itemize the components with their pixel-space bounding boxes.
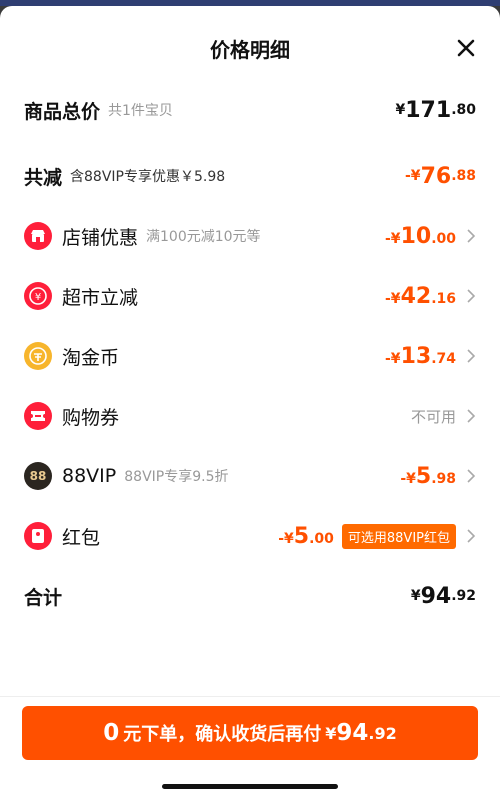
vip-88-icon: 88 bbox=[24, 462, 52, 490]
row-shop-discount[interactable]: 店铺优惠 满100元减10元等 -¥10.00 bbox=[24, 216, 476, 256]
svg-text:¥: ¥ bbox=[35, 292, 41, 303]
row-red-packet[interactable]: 红包 -¥5.00 可选用88VIP红包 bbox=[24, 516, 476, 556]
sum-amount: ¥94.92 bbox=[410, 583, 476, 609]
row-total-reduction: 共减 含88VIP专享优惠￥5.98 -¥ 76.88 bbox=[24, 156, 476, 196]
chevron-right-icon[interactable] bbox=[466, 469, 476, 483]
row-subtext: 含88VIP专享优惠￥5.98 bbox=[70, 169, 226, 185]
market-discount-amount: -¥42.16 bbox=[385, 283, 456, 309]
shop-discount-amount: -¥10.00 bbox=[385, 223, 456, 249]
footer-divider bbox=[0, 696, 500, 697]
row-subtext: 88VIP专享9.5折 bbox=[124, 469, 229, 485]
chevron-right-icon[interactable] bbox=[466, 229, 476, 243]
chevron-right-icon[interactable] bbox=[466, 529, 476, 543]
row-goods-total: 商品总价 共1件宝贝 ¥171.80 bbox=[24, 90, 476, 130]
row-label: 购物券 bbox=[62, 406, 120, 429]
sheet-header: 价格明细 bbox=[0, 28, 500, 68]
voucher-status: 不可用 bbox=[410, 407, 456, 426]
chevron-right-icon[interactable] bbox=[466, 409, 476, 423]
place-order-button[interactable]: 0 元下单，确认收货后再付 ¥94.92 bbox=[22, 706, 478, 760]
row-label: 合计 bbox=[24, 586, 63, 609]
close-icon[interactable] bbox=[454, 36, 478, 60]
row-label: 88VIP bbox=[62, 465, 117, 487]
row-subtext: 满100元减10元等 bbox=[146, 229, 261, 245]
chevron-right-icon[interactable] bbox=[466, 289, 476, 303]
row-taojinbi[interactable]: 淘金币 -¥13.74 bbox=[24, 336, 476, 376]
row-label: 超市立减 bbox=[62, 286, 139, 309]
vip-red-packet-badge[interactable]: 可选用88VIP红包 bbox=[341, 523, 456, 549]
red-packet-icon bbox=[24, 522, 52, 550]
row-label: 店铺优惠 bbox=[62, 226, 139, 249]
row-market-discount[interactable]: ¥ 超市立减 -¥42.16 bbox=[24, 276, 476, 316]
ticket-icon bbox=[24, 402, 52, 430]
row-label: 红包 bbox=[62, 526, 101, 549]
shop-icon bbox=[24, 222, 52, 250]
sheet-title: 价格明细 bbox=[210, 38, 290, 62]
row-sum: 合计 ¥94.92 bbox=[24, 576, 476, 616]
row-shopping-voucher[interactable]: 购物券 不可用 bbox=[24, 396, 476, 436]
vip-discount-amount: -¥5.98 bbox=[400, 463, 456, 489]
row-88vip[interactable]: 88 88VIP 88VIP专享9.5折 -¥5.98 bbox=[24, 456, 476, 496]
gold-coin-icon bbox=[24, 342, 52, 370]
red-packet-amount: -¥5.00 bbox=[278, 523, 334, 549]
goods-total-amount: ¥171.80 bbox=[395, 97, 477, 123]
market-icon: ¥ bbox=[24, 282, 52, 310]
coins-discount-amount: -¥13.74 bbox=[385, 343, 456, 369]
home-indicator[interactable] bbox=[162, 784, 338, 789]
row-label: 淘金币 bbox=[62, 346, 120, 369]
total-reduction-amount: -¥ 76.88 bbox=[405, 163, 476, 189]
price-detail-sheet: 价格明细 商品总价 共1件宝贝 ¥171.80 共减 含88VIP专享优惠￥5.… bbox=[0, 6, 500, 797]
row-label: 商品总价 bbox=[24, 100, 101, 123]
chevron-right-icon[interactable] bbox=[466, 349, 476, 363]
row-subtext: 共1件宝贝 bbox=[108, 103, 173, 119]
row-label: 共减 bbox=[24, 166, 63, 189]
